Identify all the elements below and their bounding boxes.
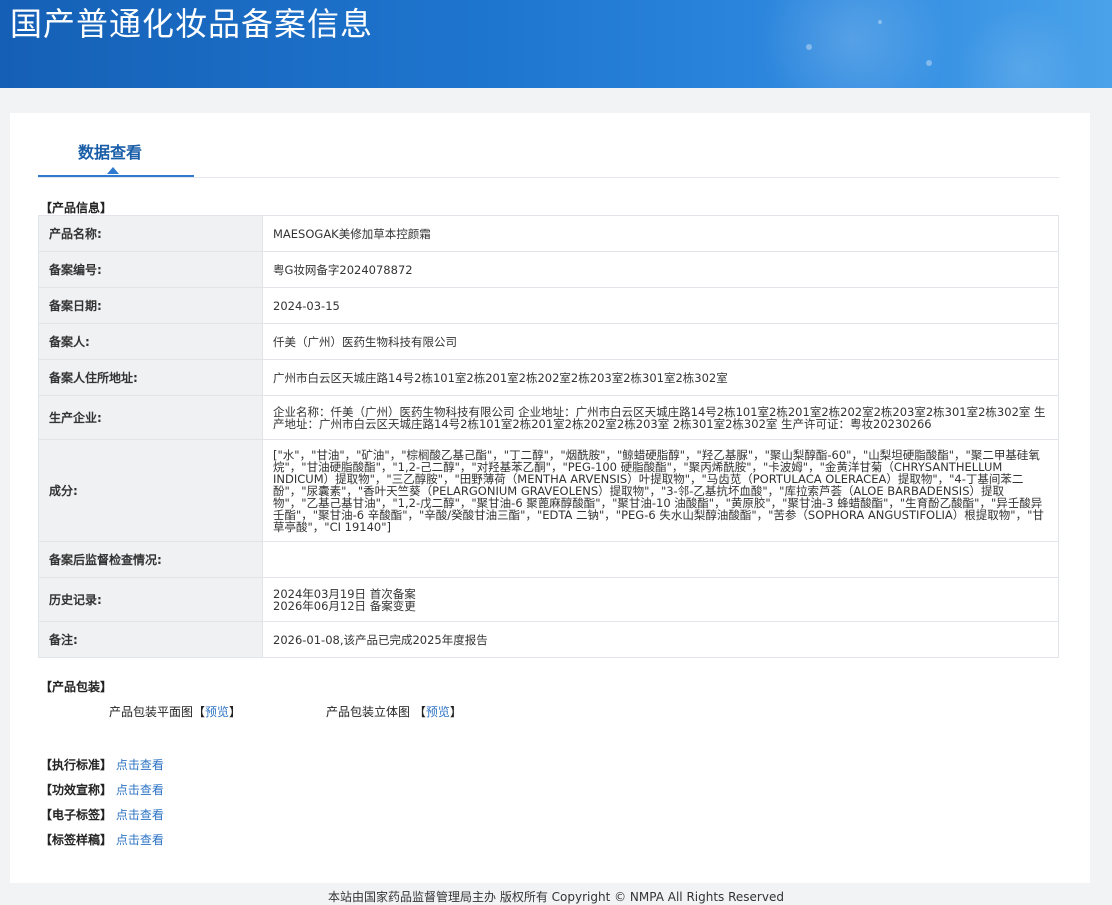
tab-data-view[interactable]: 数据查看 <box>38 113 194 177</box>
label-sample-view-link[interactable]: 点击查看 <box>116 833 164 847</box>
table-row: 备案人住所地址: 广州市白云区天城庄路14号2栋101室2栋201室2栋202室… <box>38 359 1059 396</box>
packaging-title: 【产品包装】 <box>40 680 113 694</box>
label-sample-label: 【标签样稿】 <box>40 833 113 847</box>
field-value-registrant-address: 广州市白云区天城庄路14号2栋101室2栋201室2栋202室2栋203室2栋3… <box>262 359 1059 396</box>
stereo-preview-link[interactable]: 预览 <box>426 705 450 719</box>
table-row: 备案编号: 粤G妆网备字2024078872 <box>38 251 1059 288</box>
product-info-table: 产品名称: MAESOGAK美修加草本控颜霜 备案编号: 粤G妆网备字20240… <box>38 215 1059 658</box>
field-label-record-number: 备案编号: <box>38 251 263 288</box>
field-value-history: 2024年03月19日 首次备案 2026年06月12日 备案变更 <box>262 577 1059 622</box>
packaging-flat-item: 产品包装平面图【预览】 <box>109 703 241 720</box>
field-value-product-name: MAESOGAK美修加草本控颜霜 <box>262 215 1059 252</box>
field-label-remarks: 备注: <box>38 621 263 658</box>
packaging-stereo-label: 产品包装立体图 <box>326 705 411 719</box>
packaging-flat-label: 产品包装平面图 <box>109 705 194 719</box>
field-label-manufacturer: 生产企业: <box>38 395 263 440</box>
banner-dot <box>926 60 932 66</box>
standard-label: 【执行标准】 <box>40 758 113 772</box>
flat-preview-link[interactable]: 预览 <box>205 705 229 719</box>
field-value-record-date: 2024-03-15 <box>262 287 1059 324</box>
field-label-ingredients: 成分: <box>38 439 263 542</box>
bracket: 】 <box>229 705 242 719</box>
history-entry: 2026年06月12日 备案变更 <box>273 598 416 613</box>
field-value-inspection <box>262 541 1059 578</box>
packaging-stereo-item: 产品包装立体图 【预览】 <box>326 703 462 720</box>
banner-glow <box>742 0 962 88</box>
banner-glow <box>952 10 1092 88</box>
table-row: 备案日期: 2024-03-15 <box>38 287 1059 324</box>
bracket: 】 <box>449 705 462 719</box>
field-value-record-number: 粤G妆网备字2024078872 <box>262 251 1059 288</box>
table-row: 成分: ["水"，"甘油"，"矿油"，"棕榈酸乙基己酯"，"丁二醇"，"烟酰胺"… <box>38 439 1059 542</box>
footer-copyright: 本站由国家药品监督管理局主办 版权所有 Copyright © NMPA All… <box>328 890 784 904</box>
table-row: 历史记录: 2024年03月19日 首次备案 2026年06月12日 备案变更 <box>38 577 1059 622</box>
field-value-remarks: 2026-01-08,该产品已完成2025年度报告 <box>262 621 1059 658</box>
content-panel: 数据查看 【产品信息】 产品名称: MAESOGAK美修加草本控颜霜 备案编号:… <box>10 113 1090 883</box>
standard-row: 【执行标准】 点击查看 <box>40 756 164 773</box>
bracket: 【 <box>413 705 426 719</box>
tab-label: 数据查看 <box>78 143 143 162</box>
field-label-inspection: 备案后监督检查情况: <box>38 541 263 578</box>
field-value-manufacturer: 企业名称：仟美（广州）医药生物科技有限公司 企业地址：广州市白云区天城庄路14号… <box>262 395 1059 440</box>
table-row: 备注: 2026-01-08,该产品已完成2025年度报告 <box>38 621 1059 658</box>
field-label-record-date: 备案日期: <box>38 287 263 324</box>
tab-active-caret-icon <box>107 167 119 174</box>
header-banner: 国产普通化妆品备案信息 <box>0 0 1112 88</box>
field-label-history: 历史记录: <box>38 577 263 622</box>
banner-dot <box>878 20 882 24</box>
efficacy-row: 【功效宣称】 点击查看 <box>40 781 164 798</box>
field-value-ingredients: ["水"，"甘油"，"矿油"，"棕榈酸乙基己酯"，"丁二醇"，"烟酰胺"，"鲸蜡… <box>262 439 1059 542</box>
efficacy-view-link[interactable]: 点击查看 <box>116 783 164 797</box>
table-row: 产品名称: MAESOGAK美修加草本控颜霜 <box>38 215 1059 252</box>
bracket: 【 <box>193 705 206 719</box>
tab-bar: 数据查看 <box>38 113 1059 178</box>
field-label-registrant: 备案人: <box>38 323 263 360</box>
table-row: 备案人: 仟美（广州）医药生物科技有限公司 <box>38 323 1059 360</box>
page-title: 国产普通化妆品备案信息 <box>10 5 374 43</box>
e-label-label: 【电子标签】 <box>40 808 113 822</box>
label-sample-row: 【标签样稿】 点击查看 <box>40 831 164 848</box>
e-label-row: 【电子标签】 点击查看 <box>40 806 164 823</box>
banner-dot <box>806 44 812 50</box>
field-value-registrant: 仟美（广州）医药生物科技有限公司 <box>262 323 1059 360</box>
field-label-registrant-address: 备案人住所地址: <box>38 359 263 396</box>
history-entry: 2024年03月19日 首次备案 <box>273 586 416 601</box>
table-row: 备案后监督检查情况: <box>38 541 1059 578</box>
field-label-product-name: 产品名称: <box>38 215 263 252</box>
table-row: 生产企业: 企业名称：仟美（广州）医药生物科技有限公司 企业地址：广州市白云区天… <box>38 395 1059 440</box>
standard-view-link[interactable]: 点击查看 <box>116 758 164 772</box>
e-label-view-link[interactable]: 点击查看 <box>116 808 164 822</box>
efficacy-label: 【功效宣称】 <box>40 783 113 797</box>
product-info-title: 【产品信息】 <box>40 201 113 215</box>
